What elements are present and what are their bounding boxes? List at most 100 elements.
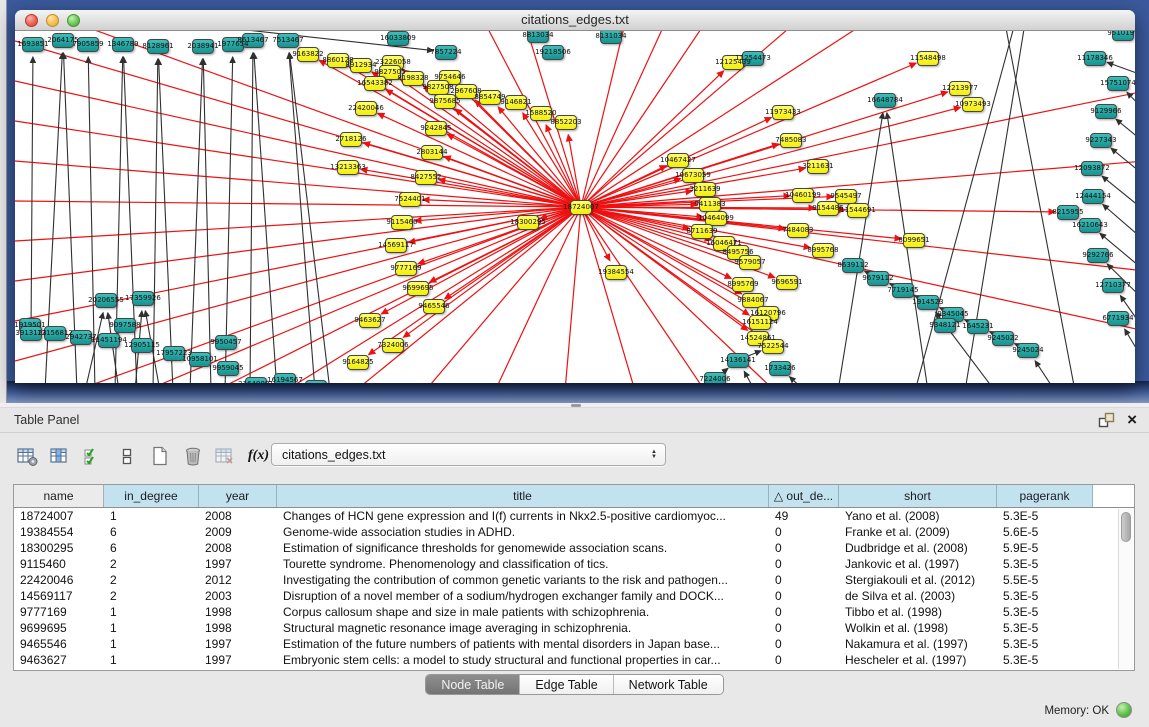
column-header-out_de[interactable]: △ out_de... bbox=[769, 485, 839, 507]
graph-node[interactable] bbox=[807, 159, 829, 174]
table-cell[interactable]: Estimation of the future numbers of pati… bbox=[277, 636, 769, 652]
graph-node[interactable] bbox=[949, 81, 971, 96]
table-row[interactable]: 946362711997Embryonic stem cells: a mode… bbox=[14, 652, 1134, 668]
graph-node[interactable] bbox=[762, 339, 784, 354]
table-cell[interactable]: Genome-wide association studies in ADHD. bbox=[277, 524, 769, 540]
table-cell[interactable]: 6 bbox=[104, 540, 199, 556]
graph-node[interactable] bbox=[892, 283, 914, 298]
graph-node[interactable] bbox=[391, 215, 413, 230]
table-cell[interactable]: 22420046 bbox=[14, 572, 104, 588]
table-cell[interactable]: Jankovic et al. (1997) bbox=[839, 556, 997, 572]
zoom-window-button[interactable] bbox=[67, 14, 80, 27]
table-cell[interactable]: 1 bbox=[104, 508, 199, 524]
graph-node[interactable] bbox=[242, 33, 264, 48]
scrollbar-thumb[interactable] bbox=[1121, 512, 1131, 542]
table-cell[interactable]: Wolkin et al. (1998) bbox=[839, 620, 997, 636]
column-header-in_degree[interactable]: in_degree bbox=[104, 485, 199, 507]
graph-node[interactable] bbox=[340, 132, 362, 147]
table-cell[interactable]: 5.3E-5 bbox=[997, 588, 1093, 604]
graph-node[interactable] bbox=[1112, 31, 1134, 41]
graph-node[interactable] bbox=[407, 281, 429, 296]
minimize-window-button[interactable] bbox=[46, 14, 59, 27]
table-cell[interactable]: 2 bbox=[104, 572, 199, 588]
table-cell[interactable]: 1 bbox=[104, 652, 199, 668]
column-header-title[interactable]: title bbox=[277, 485, 769, 507]
graph-node[interactable] bbox=[98, 333, 120, 348]
table-cell[interactable]: 2009 bbox=[199, 524, 277, 540]
graph-node[interactable] bbox=[962, 97, 984, 112]
table-cell[interactable]: 2008 bbox=[199, 540, 277, 556]
graph-node[interactable] bbox=[917, 51, 939, 66]
graph-node[interactable] bbox=[415, 170, 437, 185]
tab-edge-table[interactable]: Edge Table bbox=[520, 675, 613, 694]
graph-node[interactable] bbox=[699, 197, 721, 212]
network-canvas[interactable]: 1872400791638228860128891293423226058982… bbox=[15, 31, 1135, 383]
graph-node[interactable] bbox=[399, 192, 421, 207]
memory-status-indicator[interactable] bbox=[1116, 702, 1132, 718]
graph-node[interactable] bbox=[217, 361, 239, 376]
column-header-year[interactable]: year bbox=[199, 485, 277, 507]
graph-node[interactable] bbox=[691, 224, 713, 239]
table-row[interactable]: 1872400712008Changes of HCN gene express… bbox=[14, 508, 1134, 524]
graph-node[interactable] bbox=[1081, 161, 1103, 176]
graph-node[interactable] bbox=[992, 331, 1014, 346]
table-cell[interactable]: Tibbo et al. (1998) bbox=[839, 604, 997, 620]
table-row[interactable]: 2242004622012Investigating the contribut… bbox=[14, 572, 1134, 588]
table-cell[interactable]: Hescheler et al. (1997) bbox=[839, 652, 997, 668]
graph-node[interactable] bbox=[327, 53, 349, 68]
graph-node[interactable] bbox=[787, 223, 809, 238]
column-header-name[interactable]: name bbox=[14, 485, 104, 507]
graph-node[interactable] bbox=[780, 133, 802, 148]
table-cell[interactable]: 9115460 bbox=[14, 556, 104, 572]
graph-node[interactable] bbox=[347, 355, 369, 370]
table-cell[interactable]: 9699695 bbox=[14, 620, 104, 636]
table-cell[interactable]: Franke et al. (2009) bbox=[839, 524, 997, 540]
table-cell[interactable]: 0 bbox=[769, 620, 839, 636]
graph-node[interactable] bbox=[479, 90, 501, 105]
table-cell[interactable]: 1 bbox=[104, 636, 199, 652]
column-header-pagerank[interactable]: pagerank bbox=[997, 485, 1093, 507]
table-cell[interactable]: Changes of HCN gene expression and I(f) … bbox=[277, 508, 769, 524]
graph-node[interactable] bbox=[1087, 248, 1109, 263]
float-window-icon[interactable] bbox=[1098, 412, 1115, 428]
graph-node[interactable] bbox=[1107, 311, 1129, 326]
graph-node[interactable] bbox=[95, 293, 117, 308]
graph-node[interactable] bbox=[215, 335, 237, 350]
graph-node[interactable] bbox=[517, 215, 539, 230]
graph-node[interactable] bbox=[542, 45, 564, 60]
table-cell[interactable]: 1998 bbox=[199, 620, 277, 636]
graph-node[interactable] bbox=[682, 168, 704, 183]
table-cell[interactable]: de Silva et al. (2003) bbox=[839, 588, 997, 604]
table-cell[interactable]: Corpus callosum shape and size in male p… bbox=[277, 604, 769, 620]
graph-node[interactable] bbox=[917, 295, 939, 310]
tab-network-table[interactable]: Network Table bbox=[614, 675, 723, 694]
graph-node[interactable] bbox=[772, 105, 794, 120]
graph-node[interactable] bbox=[434, 94, 456, 109]
graph-node[interactable] bbox=[222, 37, 244, 52]
table-row[interactable]: 1938455462009Genome-wide association stu… bbox=[14, 524, 1134, 540]
graph-node[interactable] bbox=[385, 238, 407, 253]
graph-node[interactable] bbox=[749, 315, 771, 330]
graph-node[interactable] bbox=[395, 261, 417, 276]
table-cell[interactable]: Nakamura et al. (1997) bbox=[839, 636, 997, 652]
graph-node[interactable] bbox=[192, 39, 214, 54]
table-row[interactable]: 969969511998Structural magnetic resonanc… bbox=[14, 620, 1134, 636]
table-cell[interactable]: 5.3E-5 bbox=[997, 636, 1093, 652]
table-cell[interactable]: 19384554 bbox=[14, 524, 104, 540]
graph-node[interactable] bbox=[1084, 51, 1106, 66]
graph-node[interactable] bbox=[694, 182, 716, 197]
table-cell[interactable]: 5.5E-5 bbox=[997, 572, 1093, 588]
graph-node[interactable] bbox=[727, 353, 749, 368]
graph-node[interactable] bbox=[364, 76, 386, 91]
table-cell[interactable]: 14569117 bbox=[14, 588, 104, 604]
window-titlebar[interactable]: citations_edges.txt bbox=[15, 10, 1135, 31]
close-panel-icon[interactable]: × bbox=[1127, 411, 1137, 429]
table-cell[interactable]: 2 bbox=[104, 556, 199, 572]
graph-node[interactable] bbox=[1017, 343, 1039, 358]
graph-node[interactable] bbox=[722, 55, 744, 70]
graph-node[interactable] bbox=[835, 189, 857, 204]
table-row[interactable]: 977716911998Corpus callosum shape and si… bbox=[14, 604, 1134, 620]
graph-node[interactable] bbox=[427, 80, 449, 95]
graph-node[interactable] bbox=[277, 33, 299, 48]
graph-node[interactable] bbox=[22, 37, 44, 52]
